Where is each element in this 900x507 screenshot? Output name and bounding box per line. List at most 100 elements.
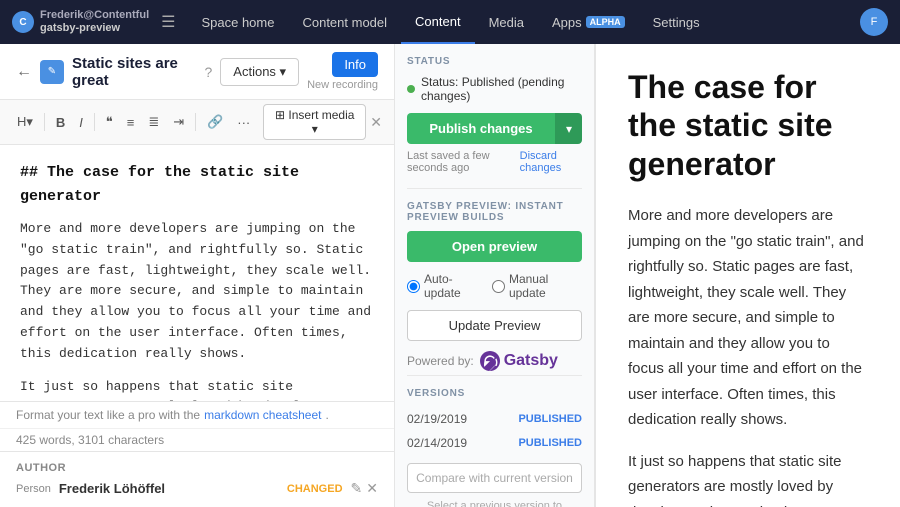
auto-update-label: Auto-update — [424, 272, 484, 300]
publish-button[interactable]: Publish changes — [407, 113, 555, 144]
avatar[interactable]: F — [860, 8, 888, 36]
version-date-2: 02/14/2019 — [407, 436, 467, 450]
toolbar-separator-3 — [195, 113, 196, 131]
powered-by: Powered by: Gatsby — [407, 351, 582, 371]
compare-button[interactable]: Compare with current version — [407, 463, 582, 493]
version-row-2[interactable]: 02/14/2019 PUBLISHED — [407, 431, 582, 455]
insert-media-button[interactable]: ⊞ Insert media ▾ — [263, 104, 366, 140]
gatsby-section-label: GATSBY PREVIEW: INSTANT PREVIEW BUILDS — [407, 201, 582, 223]
update-preview-button[interactable]: Update Preview — [407, 310, 582, 341]
footer-text: Format your text like a pro with the — [16, 408, 200, 422]
markdown-cheatsheet-link[interactable]: markdown cheatsheet — [204, 408, 321, 422]
main-area: ← ✎ Static sites are great ? Actions ▾ I… — [0, 44, 900, 507]
toolbar-close-button[interactable]: ✕ — [370, 114, 382, 131]
left-panel: ← ✎ Static sites are great ? Actions ▾ I… — [0, 44, 395, 507]
preview-para-1: More and more developers are jumping on … — [628, 203, 868, 433]
toolbar: H▾ B I ❝ ≡ ≣ ⇥ 🔗 ··· ⊞ Insert media ▾ ✕ — [0, 100, 394, 145]
publish-btn-wrap: Publish changes ▾ — [407, 113, 582, 144]
manual-update-radio[interactable] — [492, 280, 505, 293]
help-icon[interactable]: ? — [205, 64, 213, 80]
info-button[interactable]: Info — [332, 52, 378, 77]
brand-top: Frederik@Contentful — [40, 9, 149, 22]
author-section: Author Person Frederik Löhöffel CHANGED … — [0, 451, 394, 507]
top-nav: C Frederik@Contentful gatsby-preview ☰ S… — [0, 0, 900, 44]
back-button[interactable]: ← — [16, 63, 32, 81]
version-date-1: 02/19/2019 — [407, 412, 467, 426]
content-para-2: It just so happens that static site gene… — [20, 377, 374, 401]
ol-button[interactable]: ≣ — [143, 111, 164, 133]
gatsby-logo: Gatsby — [480, 351, 558, 371]
open-preview-button[interactable]: Open preview — [407, 231, 582, 262]
status-row: Status: Published (pending changes) — [407, 75, 582, 103]
auto-update-radio[interactable] — [407, 280, 420, 293]
editor-footer: Format your text like a pro with the mar… — [0, 401, 394, 428]
author-row: Person Frederik Löhöffel CHANGED ✎ ✕ — [16, 480, 378, 497]
more-button[interactable]: ··· — [232, 112, 255, 133]
author-edit-icons[interactable]: ✎ ✕ — [351, 480, 378, 497]
gatsby-section: GATSBY PREVIEW: INSTANT PREVIEW BUILDS O… — [407, 188, 582, 371]
nav-links: Space home Content model Content Media A… — [187, 0, 713, 44]
word-count: 425 words, 3101 characters — [0, 428, 394, 451]
status-dot — [407, 85, 415, 93]
entry-title: Static sites are great — [72, 55, 197, 89]
brand-bot: gatsby-preview — [40, 22, 149, 35]
discard-link[interactable]: Discard changes — [520, 150, 582, 174]
italic-button[interactable]: I — [74, 112, 88, 133]
person-label: Person — [16, 483, 51, 495]
content-heading: ## The case for the static site generato… — [20, 161, 374, 209]
auto-update-option[interactable]: Auto-update — [407, 272, 484, 300]
bold-button[interactable]: B — [51, 112, 70, 133]
preview-panel: The case for the static site generator M… — [595, 44, 900, 507]
indent-button[interactable]: ⇥ — [168, 111, 189, 133]
ul-button[interactable]: ≡ — [122, 112, 140, 133]
status-section-label: STATUS — [407, 56, 582, 67]
gatsby-name: Gatsby — [504, 352, 558, 370]
editor-content[interactable]: ## The case for the static site generato… — [0, 145, 394, 401]
changed-badge: CHANGED — [287, 483, 343, 495]
new-recording-text: New recording — [307, 79, 378, 91]
actions-button[interactable]: Actions ▾ — [220, 58, 299, 86]
preview-title: The case for the static site generator — [628, 68, 868, 183]
compare-note: Select a previous version to compare it … — [407, 499, 582, 507]
nav-logo[interactable]: C Frederik@Contentful gatsby-preview — [12, 9, 149, 35]
nav-brand: Frederik@Contentful gatsby-preview — [40, 9, 149, 35]
nav-media[interactable]: Media — [475, 0, 538, 44]
delete-icon[interactable]: ✕ — [366, 480, 378, 497]
version-row-1[interactable]: 02/19/2019 PUBLISHED — [407, 407, 582, 431]
hamburger-icon[interactable]: ☰ — [161, 12, 175, 32]
nav-settings[interactable]: Settings — [639, 0, 714, 44]
toolbar-separator-2 — [94, 113, 95, 131]
preview-para-2: It just so happens that static site gene… — [628, 449, 868, 507]
manual-update-option[interactable]: Manual update — [492, 272, 582, 300]
publish-arrow-button[interactable]: ▾ — [555, 113, 582, 144]
version-status-1: PUBLISHED — [518, 413, 582, 425]
versions-section: VERSIONS 02/19/2019 PUBLISHED 02/14/2019… — [407, 375, 582, 507]
gatsby-icon — [480, 351, 500, 371]
right-sidebar: STATUS Status: Published (pending change… — [395, 44, 595, 507]
toolbar-separator-1 — [44, 113, 45, 131]
author-name: Frederik Löhöffel — [59, 481, 279, 496]
versions-label: VERSIONS — [407, 388, 582, 399]
nav-space-home[interactable]: Space home — [187, 0, 288, 44]
nav-content[interactable]: Content — [401, 0, 475, 44]
author-label: Author — [16, 462, 378, 474]
version-status-2: PUBLISHED — [518, 437, 582, 449]
saved-text: Last saved a few seconds ago — [407, 150, 520, 174]
logo-icon: C — [12, 11, 34, 33]
link-button[interactable]: 🔗 — [202, 111, 228, 133]
edit-icon[interactable]: ✎ — [351, 480, 363, 497]
content-para-1: More and more developers are jumping on … — [20, 219, 374, 365]
nav-right: F — [860, 8, 888, 36]
status-text: Status: Published (pending changes) — [421, 75, 582, 103]
heading-button[interactable]: H▾ — [12, 111, 38, 133]
update-options: Auto-update Manual update — [407, 272, 582, 300]
powered-by-text: Powered by: — [407, 354, 474, 368]
editor-header: ← ✎ Static sites are great ? Actions ▾ I… — [0, 44, 394, 100]
manual-update-label: Manual update — [509, 272, 582, 300]
quote-button[interactable]: ❝ — [101, 111, 118, 133]
nav-content-model[interactable]: Content model — [288, 0, 401, 44]
alpha-badge: ALPHA — [586, 16, 625, 28]
nav-apps[interactable]: Apps ALPHA — [538, 0, 639, 44]
entry-icon: ✎ — [40, 60, 64, 84]
saved-row: Last saved a few seconds ago Discard cha… — [407, 150, 582, 174]
